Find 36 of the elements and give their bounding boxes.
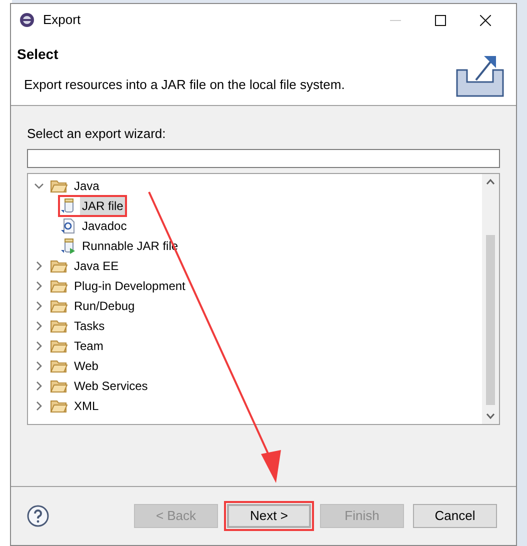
page-title: Select [17,45,60,64]
folder-icon [50,178,68,192]
jar-run-icon [60,238,76,254]
folder-icon [50,398,68,412]
chevron-down-icon[interactable] [34,180,44,190]
page-description: Export resources into a JAR file on the local file system. [23,76,345,94]
help-icon[interactable] [27,504,49,526]
folder-icon [50,338,68,352]
tree-item[interactable]: Team [72,336,106,354]
tree-item[interactable]: Java EE [72,256,121,274]
tree-item[interactable]: Tasks [72,316,107,334]
tree-item[interactable]: XML [72,396,101,414]
document-at-icon [60,218,76,234]
folder-icon [50,278,68,292]
dialog-button[interactable]: Next > [227,504,311,528]
folder-icon [50,258,68,272]
tree-item[interactable]: Javadoc [80,216,129,234]
folder-icon [50,358,68,372]
scrollbar-thumb[interactable] [486,234,495,404]
jar-icon [60,198,76,214]
folder-icon [50,298,68,312]
filter-label: Select an export wizard: [27,125,167,143]
folder-icon [50,378,68,392]
scrollbar[interactable] [482,174,499,424]
tree-item[interactable]: Web [72,356,100,374]
tree-item[interactable]: Plug-in Development [72,276,188,294]
close-icon[interactable] [480,14,491,26]
tree-item[interactable]: Run/Debug [72,296,137,314]
folder-icon [50,318,68,332]
tree-item[interactable]: Java [72,176,102,194]
tree-item[interactable]: Web Services [72,376,150,394]
filter-field[interactable] [27,148,500,168]
maximize-icon[interactable] [435,14,446,26]
dialog-button[interactable]: Cancel [413,504,497,528]
tree-item[interactable]: JAR file [80,196,126,214]
window-title: Export [43,11,81,30]
